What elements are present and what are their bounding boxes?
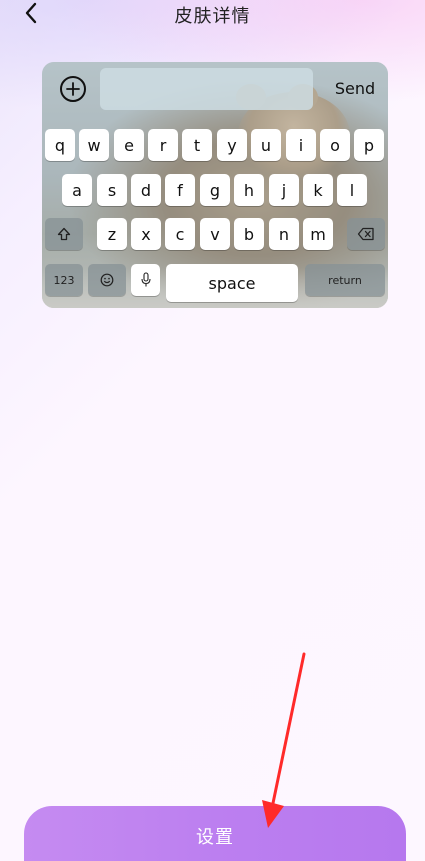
- key[interactable]: c: [165, 218, 195, 250]
- key[interactable]: n: [269, 218, 299, 250]
- page-title: 皮肤详情: [174, 6, 251, 27]
- key[interactable]: o: [320, 129, 350, 161]
- return-key[interactable]: return: [305, 264, 385, 296]
- keyboard-skin-preview: Send q w e r t y u i o p a s d f g h j k…: [42, 62, 388, 308]
- numbers-key[interactable]: 123: [45, 264, 83, 296]
- key[interactable]: e: [114, 129, 144, 161]
- key[interactable]: a: [62, 174, 92, 206]
- shift-icon: [57, 227, 71, 241]
- key[interactable]: p: [354, 129, 384, 161]
- key[interactable]: q: [45, 129, 75, 161]
- key[interactable]: s: [97, 174, 127, 206]
- header: 皮肤详情: [0, 0, 425, 30]
- key[interactable]: y: [217, 129, 247, 161]
- key[interactable]: t: [182, 129, 212, 161]
- message-input[interactable]: [100, 68, 313, 110]
- key[interactable]: x: [131, 218, 161, 250]
- microphone-icon: [140, 272, 152, 288]
- emoji-icon: [100, 273, 114, 287]
- key[interactable]: r: [148, 129, 178, 161]
- key[interactable]: l: [337, 174, 367, 206]
- key[interactable]: w: [79, 129, 109, 161]
- space-key[interactable]: space: [166, 264, 298, 302]
- plus-circle-icon[interactable]: [60, 76, 86, 102]
- key[interactable]: f: [165, 174, 195, 206]
- set-skin-button[interactable]: 设置: [24, 806, 406, 861]
- key[interactable]: m: [303, 218, 333, 250]
- emoji-key[interactable]: [88, 264, 126, 296]
- key[interactable]: z: [97, 218, 127, 250]
- key[interactable]: j: [269, 174, 299, 206]
- key[interactable]: b: [234, 218, 264, 250]
- key[interactable]: g: [200, 174, 230, 206]
- key[interactable]: i: [286, 129, 316, 161]
- microphone-key[interactable]: [131, 264, 160, 296]
- backspace-key[interactable]: [347, 218, 385, 250]
- send-button[interactable]: Send: [325, 79, 385, 99]
- backspace-icon: [357, 227, 375, 241]
- key[interactable]: k: [303, 174, 333, 206]
- key[interactable]: v: [200, 218, 230, 250]
- key[interactable]: h: [234, 174, 264, 206]
- key[interactable]: d: [131, 174, 161, 206]
- shift-key[interactable]: [45, 218, 83, 250]
- key[interactable]: u: [251, 129, 281, 161]
